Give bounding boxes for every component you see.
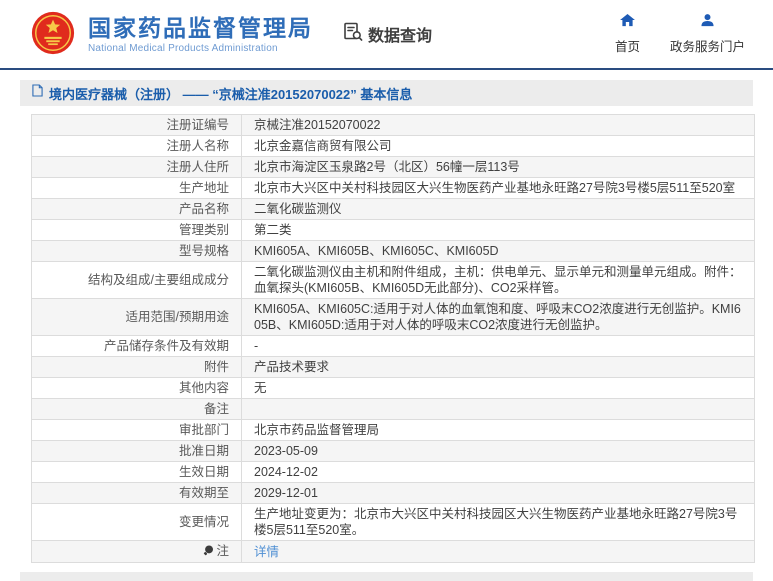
- table-row: 附件 产品技术要求: [31, 356, 755, 378]
- field-value-text: 无: [254, 381, 267, 395]
- nav-data-query-label: 数据查询: [368, 28, 433, 45]
- field-label: 管理类别: [31, 219, 242, 241]
- nav-home[interactable]: 首页: [614, 13, 640, 55]
- field-value-text: 二氧化碳监测仪由主机和附件组成，主机：供电单元、显示单元和测量单元组成。附件：血…: [254, 265, 742, 295]
- field-value: 2024-12-02: [241, 461, 755, 483]
- field-value: [241, 398, 755, 420]
- table-row: 生产地址 北京市大兴区中关村科技园区大兴生物医药产业基地永旺路27号院3号楼5层…: [31, 177, 755, 199]
- user-icon: [700, 13, 715, 32]
- document-icon: [32, 84, 43, 102]
- field-label: 结构及组成/主要组成成分: [31, 261, 242, 299]
- national-emblem-logo: [30, 9, 76, 62]
- table-row: 结构及组成/主要组成成分 二氧化碳监测仪由主机和附件组成，主机：供电单元、显示单…: [31, 261, 755, 299]
- table-row: 产品储存条件及有效期 -: [31, 335, 755, 357]
- nav-gov-portal[interactable]: 政务服务门户: [669, 13, 745, 55]
- breadcrumb: 境内医疗器械（注册） —— “京械注准20152070022” 基本信息: [20, 80, 753, 106]
- field-value-text: 二氧化碳监测仪: [254, 202, 342, 216]
- field-value: 北京市海淀区玉泉路2号（北区）56幢一层113号: [241, 156, 755, 178]
- site-title: 国家药品监督管理局: [88, 14, 313, 41]
- field-value: 北京市药品监督管理局: [241, 419, 755, 441]
- nav-gov-portal-label: 政务服务门户: [669, 39, 745, 54]
- field-value: 二氧化碳监测仪由主机和附件组成，主机：供电单元、显示单元和测量单元组成。附件：血…: [241, 261, 755, 299]
- field-value: 产品技术要求: [241, 356, 755, 378]
- detail-link[interactable]: 详情: [254, 545, 279, 559]
- bulb-icon: [203, 544, 214, 560]
- home-icon: [620, 13, 635, 32]
- field-value-text: KMI605A、KMI605C:适用于对人体的血氧饱和度、呼吸末CO2浓度进行无…: [254, 302, 741, 332]
- field-value: 二氧化碳监测仪: [241, 198, 755, 220]
- site-header: 国家药品监督管理局 National Medical Products Admi…: [0, 0, 773, 70]
- table-row: 注册人住所 北京市海淀区玉泉路2号（北区）56幢一层113号: [31, 156, 755, 178]
- table-row: 型号规格 KMI605A、KMI605B、KMI605C、KMI605D: [31, 240, 755, 262]
- table-row: 变更情况 生产地址变更为：北京市大兴区中关村科技园区大兴生物医药产业基地永旺路2…: [31, 503, 755, 541]
- field-label: 注册人名称: [31, 135, 242, 157]
- field-value-text: -: [254, 339, 259, 353]
- field-label: 变更情况: [31, 503, 242, 541]
- field-label: 产品储存条件及有效期: [31, 335, 242, 357]
- field-value-text: 产品技术要求: [254, 360, 330, 374]
- table-row: 注册人名称 北京金嘉信商贸有限公司: [31, 135, 755, 157]
- field-value: 2023-05-09: [241, 440, 755, 462]
- field-label: 生效日期: [31, 461, 242, 483]
- field-value-text: 北京市海淀区玉泉路2号（北区）56幢一层113号: [254, 160, 520, 174]
- field-label: 产品名称: [31, 198, 242, 220]
- table-row: 产品名称 二氧化碳监测仪: [31, 198, 755, 220]
- field-value-text: 生产地址变更为：北京市大兴区中关村科技园区大兴生物医药产业基地永旺路27号院3号…: [254, 507, 738, 537]
- field-value: 第二类: [241, 219, 755, 241]
- field-value: KMI605A、KMI605B、KMI605C、KMI605D: [241, 240, 755, 262]
- field-value: -: [241, 335, 755, 357]
- registration-info-table: 注册证编号 京械注准20152070022 注册人名称 北京金嘉信商贸有限公司: [31, 114, 755, 563]
- field-value: 京械注准20152070022: [241, 114, 755, 136]
- field-value-text: KMI605A、KMI605B、KMI605C、KMI605D: [254, 244, 499, 258]
- table-row: 注 详情: [31, 540, 755, 563]
- field-label: 备注: [31, 398, 242, 420]
- field-label: 附件: [31, 356, 242, 378]
- top-nav: 首页 政务服务门户: [614, 13, 745, 55]
- field-value: 生产地址变更为：北京市大兴区中关村科技园区大兴生物医药产业基地永旺路27号院3号…: [241, 503, 755, 541]
- field-label: 其他内容: [31, 377, 242, 399]
- table-row: 管理类别 第二类: [31, 219, 755, 241]
- table-row: 其他内容 无: [31, 377, 755, 399]
- field-label: 注: [31, 540, 242, 563]
- field-value-text: 北京市大兴区中关村科技园区大兴生物医药产业基地永旺路27号院3号楼5层511至5…: [254, 181, 736, 195]
- breadcrumb-text: 境内医疗器械（注册） —— “京械注准20152070022” 基本信息: [49, 86, 413, 102]
- table-row: 备注: [31, 398, 755, 420]
- field-value-text: 2023-05-09: [254, 444, 318, 458]
- document-search-icon: [343, 22, 363, 47]
- table-row: 生效日期 2024-12-02: [31, 461, 755, 483]
- field-value-text: 2024-12-02: [254, 465, 318, 479]
- table-row: 审批部门 北京市药品监督管理局: [31, 419, 755, 441]
- field-value-text: 北京金嘉信商贸有限公司: [254, 139, 392, 153]
- field-value: KMI605A、KMI605C:适用于对人体的血氧饱和度、呼吸末CO2浓度进行无…: [241, 298, 755, 336]
- field-label: 批准日期: [31, 440, 242, 462]
- field-value-text: 第二类: [254, 223, 292, 237]
- field-label: 注册人住所: [31, 156, 242, 178]
- brand-block: 国家药品监督管理局 National Medical Products Admi…: [88, 15, 313, 54]
- field-label: 审批部门: [31, 419, 242, 441]
- field-label: 生产地址: [31, 177, 242, 199]
- footer-strip: [20, 572, 753, 581]
- field-value-text: 北京市药品监督管理局: [254, 423, 380, 437]
- table-row: 注册证编号 京械注准20152070022: [31, 114, 755, 136]
- nav-home-label: 首页: [614, 39, 640, 54]
- field-value: 无: [241, 377, 755, 399]
- field-label: 有效期至: [31, 482, 242, 504]
- field-value-text: 京械注准20152070022: [254, 118, 381, 132]
- field-value: 详情: [241, 540, 755, 563]
- field-label: 适用范围/预期用途: [31, 298, 242, 336]
- table-row: 有效期至 2029-12-01: [31, 482, 755, 504]
- site-subtitle: National Medical Products Administration: [88, 42, 278, 54]
- table-row: 批准日期 2023-05-09: [31, 440, 755, 462]
- field-value: 北京市大兴区中关村科技园区大兴生物医药产业基地永旺路27号院3号楼5层511至5…: [241, 177, 755, 199]
- table-row: 适用范围/预期用途 KMI605A、KMI605C:适用于对人体的血氧饱和度、呼…: [31, 298, 755, 336]
- field-value: 北京金嘉信商贸有限公司: [241, 135, 755, 157]
- field-value: 2029-12-01: [241, 482, 755, 504]
- field-label: 型号规格: [31, 240, 242, 262]
- field-label: 注册证编号: [31, 114, 242, 136]
- field-value-text: 2029-12-01: [254, 486, 318, 500]
- nav-data-query[interactable]: 数据查询: [343, 22, 432, 47]
